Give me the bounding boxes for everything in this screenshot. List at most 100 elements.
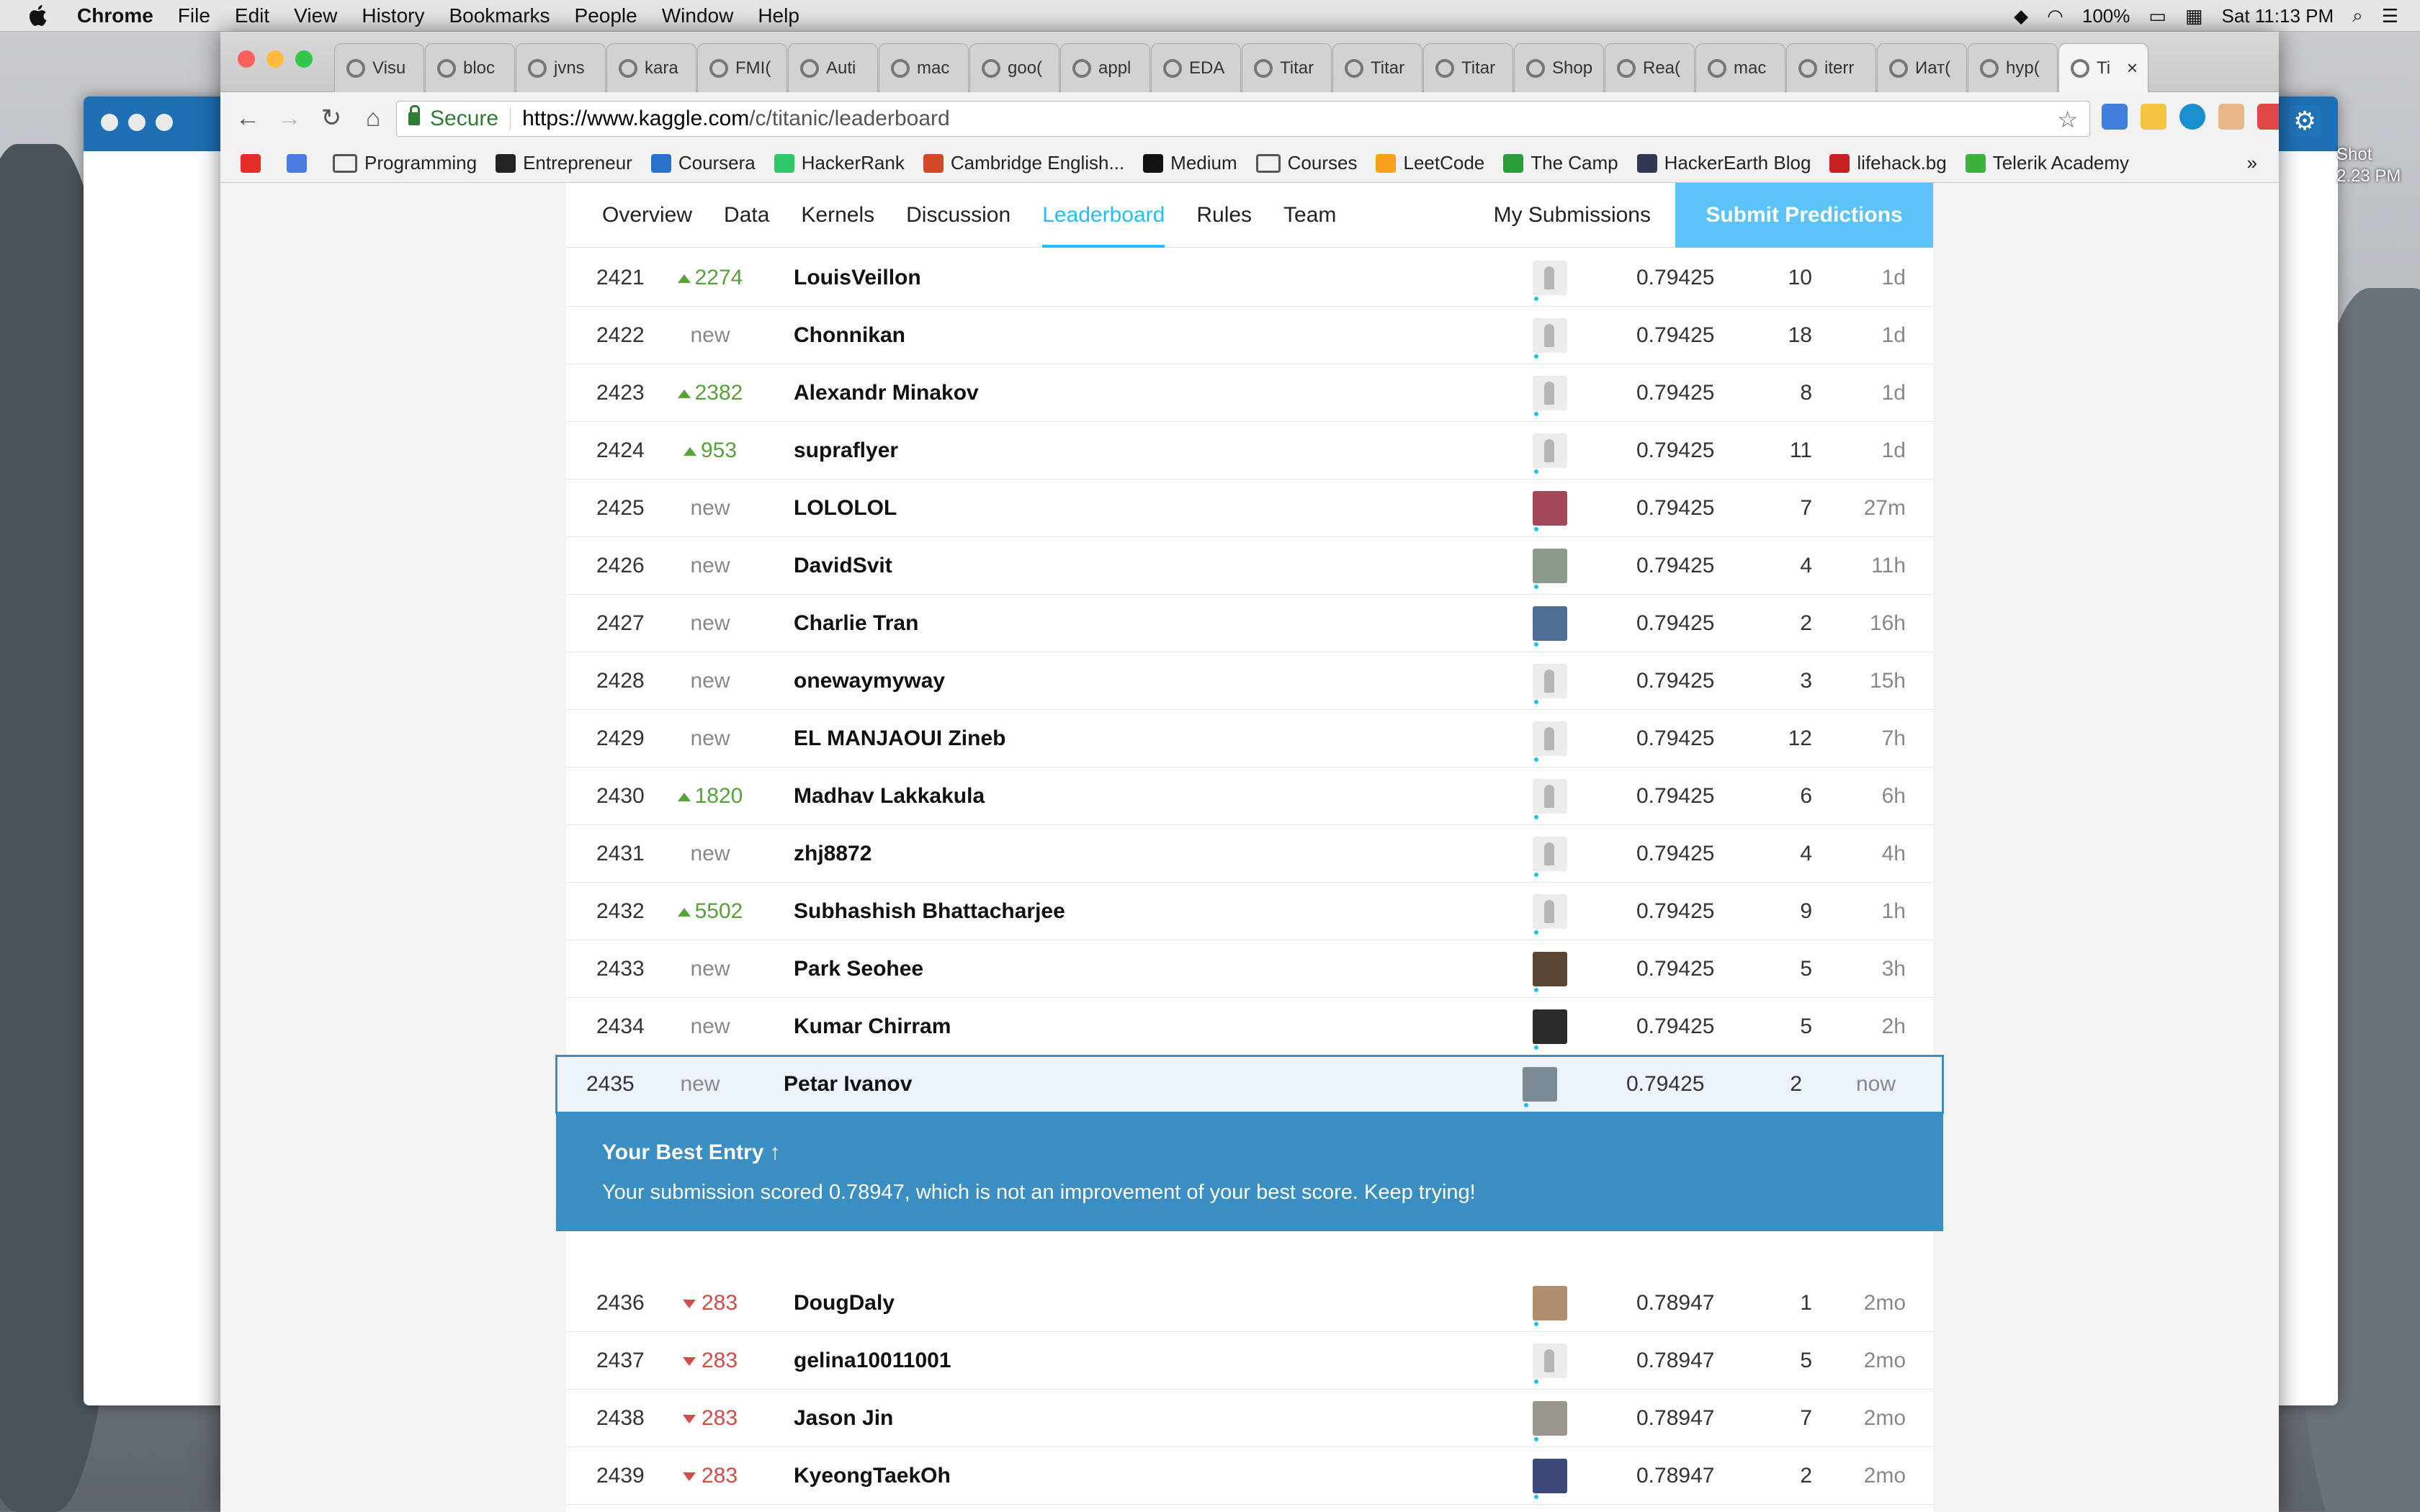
flag-icon[interactable]: ▦	[2185, 5, 2203, 27]
leaderboard-row[interactable]: 2437 283 gelina10011001 0.78947 5 2mo	[566, 1332, 1933, 1390]
bookmark-star-icon[interactable]: ☆	[2057, 106, 2078, 133]
reload-button[interactable]: ↻	[317, 104, 346, 132]
avatar[interactable]	[1533, 1286, 1567, 1320]
clock[interactable]: Sat 11:13 PM	[2222, 5, 2334, 27]
leaderboard-row[interactable]: 2440 283 mfeldt 0.78947 1 2mo	[566, 1505, 1933, 1512]
bookmark-item[interactable]: Telerik Academy	[1965, 152, 2129, 174]
youtube-bookmark[interactable]	[241, 153, 268, 173]
team-name[interactable]: LOLOLOL	[794, 480, 897, 537]
tab-overview[interactable]: Overview	[566, 183, 708, 248]
leaderboard-row[interactable]: 2431 new zhj8872 0.79425 4 4h	[566, 825, 1933, 883]
bookmark-item[interactable]: Entrepreneur	[496, 152, 632, 174]
team-name[interactable]: Kumar Chirram	[794, 998, 951, 1056]
tab-discussion[interactable]: Discussion	[890, 183, 1026, 248]
menu-history[interactable]: History	[349, 4, 436, 27]
extension-icon[interactable]	[2257, 104, 2279, 130]
notification-center-icon[interactable]: ☰	[2382, 5, 2398, 27]
gear-icon[interactable]: ⚙	[2289, 105, 2321, 137]
team-name[interactable]: Chonnikan	[794, 307, 905, 364]
browser-tab[interactable]: goo(	[969, 43, 1059, 92]
bookmark-item[interactable]: Courses	[1255, 152, 1357, 174]
leaderboard-row[interactable]: 2439 283 KyeongTaekOh 0.78947 2 2mo	[566, 1447, 1933, 1505]
browser-tab[interactable]: Rea(	[1605, 43, 1695, 92]
browser-tab[interactable]: EDA	[1151, 43, 1241, 92]
browser-tab[interactable]: iterr	[1786, 43, 1876, 92]
leaderboard-row[interactable]: 2422 new Chonnikan 0.79425 18 1d	[566, 307, 1933, 364]
battery-percent[interactable]: 100%	[2082, 5, 2130, 27]
team-name[interactable]: mfeldt	[794, 1505, 859, 1512]
team-name[interactable]: Subhashish Bhattacharjee	[794, 883, 1065, 940]
leaderboard-row[interactable]: 2428 new onewaymyway 0.79425 3 15h	[566, 652, 1933, 710]
browser-tab[interactable]: mac	[879, 43, 969, 92]
avatar[interactable]	[1533, 1459, 1567, 1493]
avatar[interactable]	[1533, 837, 1567, 871]
bookmark-item[interactable]: lifehack.bg	[1829, 152, 1947, 174]
avatar[interactable]	[1533, 952, 1567, 986]
leaderboard-row[interactable]: 2433 new Park Seohee 0.79425 5 3h	[566, 940, 1933, 998]
avatar[interactable]	[1533, 664, 1567, 698]
leaderboard-row[interactable]: 2426 new DavidSvit 0.79425 4 11h	[566, 537, 1933, 595]
leaderboard-row[interactable]: 2429 new EL MANJAOUI Zineb 0.79425 12 7h	[566, 710, 1933, 768]
avatar[interactable]	[1523, 1067, 1557, 1102]
bookmark-item[interactable]: LeetCode	[1376, 152, 1484, 174]
avatar[interactable]	[1533, 1401, 1567, 1436]
avatar[interactable]	[1533, 261, 1567, 295]
menu-help[interactable]: Help	[745, 4, 812, 27]
home-button[interactable]: ⌂	[359, 104, 387, 132]
bookmark-item[interactable]: Coursera	[650, 152, 756, 174]
avatar[interactable]	[1533, 721, 1567, 756]
forward-button[interactable]: →	[275, 104, 304, 132]
browser-tab[interactable]: Auti	[788, 43, 878, 92]
avatar[interactable]	[1533, 491, 1567, 526]
leaderboard-row[interactable]: 2438 283 Jason Jin 0.78947 7 2mo	[566, 1390, 1933, 1447]
browser-tab[interactable]: appl	[1060, 43, 1150, 92]
menu-file[interactable]: File	[166, 4, 223, 27]
team-name[interactable]: Madhav Lakkakula	[794, 768, 985, 825]
leaderboard-row[interactable]: 2425 new LOLOLOL 0.79425 7 27m	[566, 480, 1933, 537]
avatar[interactable]	[1533, 779, 1567, 814]
browser-tab[interactable]: jvns	[516, 43, 606, 92]
browser-tab[interactable]: mac	[1695, 43, 1785, 92]
tab-kernels[interactable]: Kernels	[785, 183, 890, 248]
bookmark-item[interactable]: Cambridge English...	[923, 152, 1124, 174]
bookmark-item[interactable]: HackerRank	[774, 152, 905, 174]
team-name[interactable]: zhj8872	[794, 825, 871, 883]
browser-tab[interactable]: Titar	[1423, 43, 1513, 92]
bookmark-item[interactable]: HackerEarth Blog	[1636, 152, 1811, 174]
team-name[interactable]: KyeongTaekOh	[794, 1447, 951, 1505]
close-tab-icon[interactable]: ×	[2127, 57, 2138, 79]
wifi-icon[interactable]: ◠	[2047, 5, 2063, 27]
leaderboard-row[interactable]: 2424 953 supraflyer 0.79425 11 1d	[566, 422, 1933, 480]
battery-icon[interactable]: ▭	[2148, 5, 2166, 27]
extension-icon[interactable]	[2179, 104, 2205, 130]
browser-tab[interactable]: Shop	[1514, 43, 1604, 92]
close-window-button[interactable]	[238, 50, 255, 68]
team-name[interactable]: Petar Ivanov	[784, 1056, 912, 1113]
leaderboard-row[interactable]: 2436 283 DougDaly 0.78947 1 2mo	[566, 1274, 1933, 1332]
menu-people[interactable]: People	[563, 4, 650, 27]
team-name[interactable]: Charlie Tran	[794, 595, 918, 652]
browser-tab[interactable]: Иат(	[1877, 43, 1967, 92]
spotlight-search-icon[interactable]: ⌕	[2352, 4, 2363, 27]
team-name[interactable]: Jason Jin	[794, 1390, 893, 1447]
dropbox-icon[interactable]: ◆	[2014, 5, 2028, 27]
extension-icon[interactable]	[2141, 104, 2166, 130]
tab-rules[interactable]: Rules	[1180, 183, 1268, 248]
my-submissions-link[interactable]: My Submissions	[1494, 183, 1651, 248]
team-name[interactable]: Alexandr Minakov	[794, 364, 979, 422]
menu-edit[interactable]: Edit	[223, 4, 282, 27]
menu-app-name[interactable]: Chrome	[65, 4, 166, 27]
google-bookmark[interactable]	[287, 153, 314, 173]
avatar[interactable]	[1533, 433, 1567, 468]
bookmark-item[interactable]: Medium	[1143, 152, 1237, 174]
submit-predictions-button[interactable]: Submit Predictions	[1675, 183, 1933, 248]
tab-leaderboard[interactable]: Leaderboard	[1026, 183, 1180, 248]
bookmarks-overflow-icon[interactable]: »	[2247, 152, 2257, 174]
bookmark-item[interactable]: The Camp	[1503, 152, 1618, 174]
team-name[interactable]: Park Seohee	[794, 940, 923, 998]
leaderboard-row[interactable]: 2427 new Charlie Tran 0.79425 2 16h	[566, 595, 1933, 652]
team-name[interactable]: EL MANJAOUI Zineb	[794, 710, 1005, 768]
browser-tab[interactable]: FMI(	[697, 43, 787, 92]
avatar[interactable]	[1533, 1009, 1567, 1044]
avatar[interactable]	[1533, 894, 1567, 929]
